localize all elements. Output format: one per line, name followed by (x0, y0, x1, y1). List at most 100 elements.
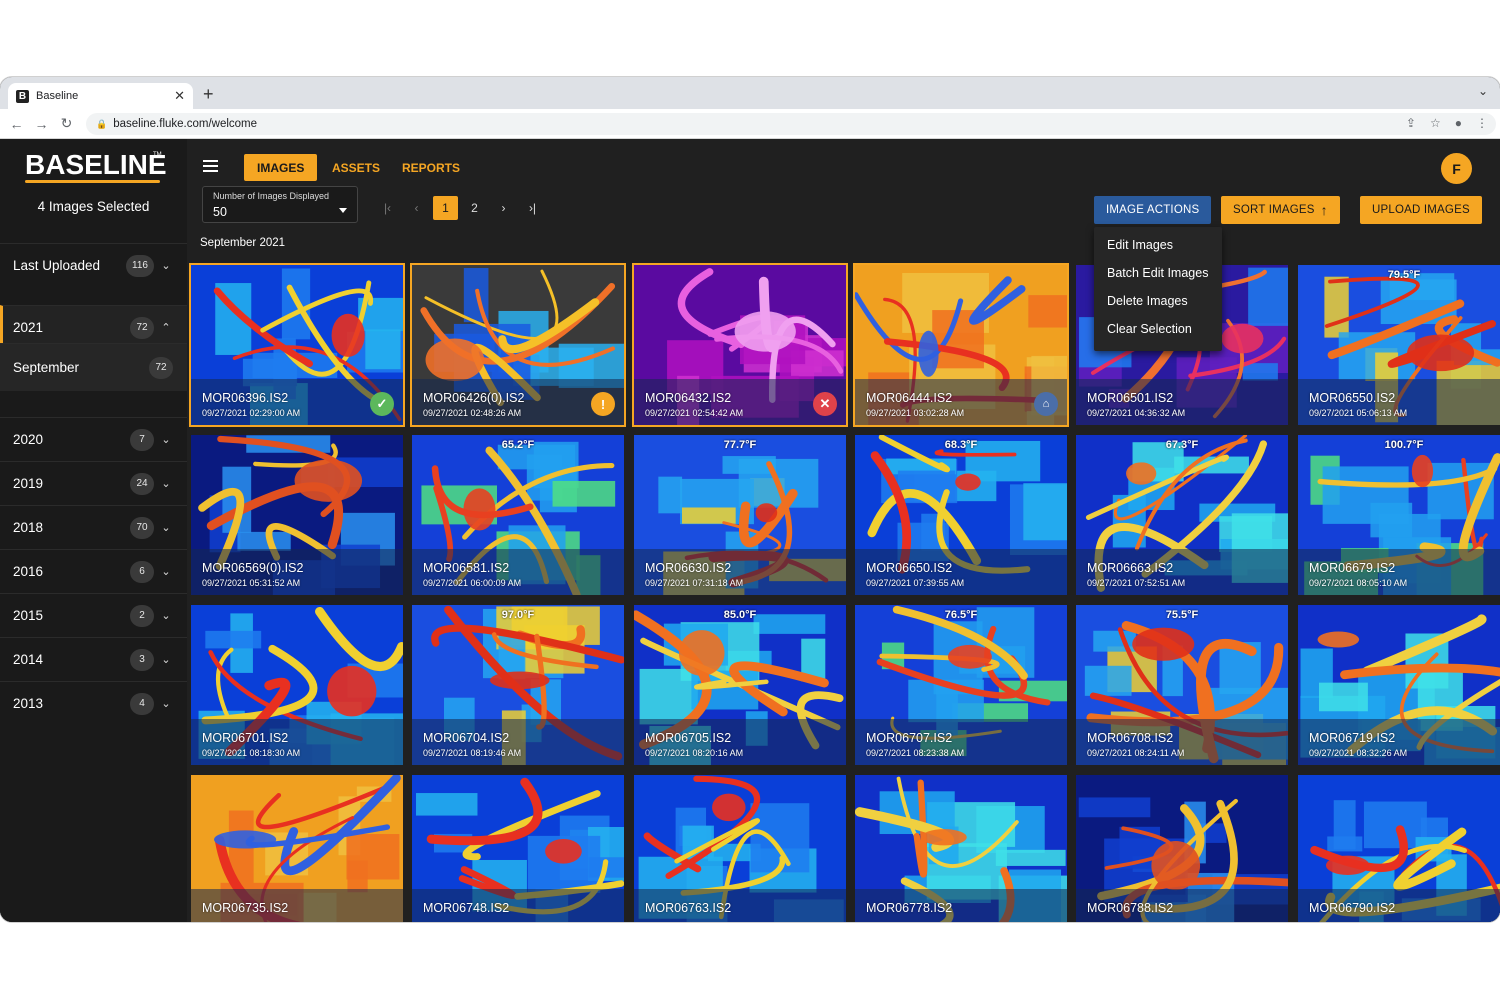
sidebar-item-2015[interactable]: 2015 2 ⌄ (0, 593, 187, 637)
baseline-logo[interactable]: BASELINE (25, 149, 167, 181)
sidebar-item-2016[interactable]: 2016 6 ⌄ (0, 549, 187, 593)
count-badge: 72 (149, 356, 173, 379)
upload-status-icon[interactable]: ⌂ (1034, 392, 1058, 416)
chevron-down-icon[interactable]: ⌄ (161, 609, 171, 622)
profile-icon[interactable]: ● (1455, 116, 1462, 130)
image-card[interactable]: 77.7°F MOR06630.IS2 09/27/2021 07:31:18 AM (632, 433, 848, 597)
image-timestamp: 09/27/2021 08:19:46 AM (423, 748, 522, 758)
tab-bar: B Baseline ✕ + ⌄ (0, 77, 1500, 109)
sidebar-item-2020[interactable]: 2020 7 ⌄ (0, 417, 187, 461)
image-card[interactable]: MOR06735.IS2 (189, 773, 405, 922)
new-tab-icon[interactable]: + (203, 84, 214, 105)
image-filename: MOR06735.IS2 (202, 901, 289, 915)
image-card[interactable]: MOR06778.IS2 (853, 773, 1069, 922)
sort-images-label: SORT IMAGES (1233, 204, 1315, 216)
trademark-mark: TM (153, 152, 162, 158)
chevron-down-icon[interactable]: ⌄ (161, 433, 171, 446)
forward-icon[interactable]: → (29, 116, 54, 132)
last-page-icon[interactable]: ›| (518, 196, 547, 220)
sort-ascending-icon: ↑ (1320, 202, 1328, 218)
next-page-icon[interactable]: › (489, 196, 518, 220)
chevron-up-icon[interactable]: ⌃ (161, 321, 171, 334)
image-card[interactable]: MOR06748.IS2 (410, 773, 626, 922)
chevron-down-icon[interactable]: ⌄ (161, 259, 171, 272)
image-card[interactable]: MOR06790.IS2 (1296, 773, 1500, 922)
image-card[interactable]: 65.2°F MOR06581.IS2 09/27/2021 06:00:09 AM (410, 433, 626, 597)
user-avatar[interactable]: F (1441, 153, 1472, 184)
sidebar-item-2013[interactable]: 2013 4 ⌄ (0, 681, 187, 725)
sidebar-item-2019[interactable]: 2019 24 ⌄ (0, 461, 187, 505)
image-card[interactable]: 67.3°F MOR06663.IS2 09/27/2021 07:52:51 AM (1074, 433, 1290, 597)
tab-reports[interactable]: REPORTS (389, 154, 473, 181)
prev-page-icon[interactable]: ‹ (402, 196, 431, 220)
image-card[interactable]: MOR06396.IS2 09/27/2021 02:29:00 AM ✓ (189, 263, 405, 427)
sidebar-item-2014[interactable]: 2014 3 ⌄ (0, 637, 187, 681)
upload-images-button[interactable]: UPLOAD IMAGES (1360, 196, 1482, 224)
image-card[interactable]: MOR06569(0).IS2 09/27/2021 05:31:52 AM (189, 433, 405, 597)
baseline-app: BASELINE TM 4 Images Selected Last Uploa… (0, 139, 1500, 922)
more-menu-icon[interactable]: ⋮ (1476, 116, 1488, 130)
image-card[interactable]: 100.7°F MOR06679.IS2 09/27/2021 08:05:10 A… (1296, 433, 1500, 597)
reload-icon[interactable]: ↻ (54, 115, 79, 132)
image-filename: MOR06788.IS2 (1087, 901, 1174, 915)
image-filename: MOR06650.IS2 (866, 561, 953, 575)
chevron-down-icon[interactable]: ⌄ (161, 477, 171, 490)
image-card[interactable]: 76.5°F MOR06707.IS2 09/27/2021 08:23:38 AM (853, 603, 1069, 767)
hamburger-menu-icon[interactable] (203, 160, 218, 172)
page-2-button[interactable]: 2 (460, 196, 489, 220)
image-card[interactable]: 68.3°F MOR06650.IS2 09/27/2021 07:39:55 AM (853, 433, 1069, 597)
image-card[interactable]: 79.5°F MOR06550.IS2 09/27/2021 05:06:13 AM (1296, 263, 1500, 427)
tab-images[interactable]: IMAGES (244, 154, 318, 181)
image-card[interactable]: MOR06719.IS2 09/27/2021 08:32:26 AM (1296, 603, 1500, 767)
sidebar-item-september[interactable]: September 72 (0, 343, 187, 391)
browser-window: B Baseline ✕ + ⌄ ← → ↻ 🔒 baseline.fluke.… (0, 77, 1500, 922)
menu-batch-edit-images[interactable]: Batch Edit Images (1094, 259, 1222, 287)
image-timestamp: 09/27/2021 07:52:51 AM (1087, 578, 1186, 588)
first-page-icon[interactable]: |‹ (373, 196, 402, 220)
tab-search-icon[interactable]: ⌄ (1478, 84, 1488, 98)
menu-clear-selection[interactable]: Clear Selection (1094, 315, 1222, 343)
sidebar-item-2018[interactable]: 2018 70 ⌄ (0, 505, 187, 549)
chevron-down-icon[interactable]: ⌄ (161, 565, 171, 578)
back-icon[interactable]: ← (4, 116, 29, 132)
menu-edit-images[interactable]: Edit Images (1094, 231, 1222, 259)
image-card[interactable]: 97.0°F MOR06704.IS2 09/27/2021 08:19:46 AM (410, 603, 626, 767)
image-card[interactable]: MOR06426(0).IS2 09/27/2021 02:48:26 AM! (410, 263, 626, 427)
share-icon[interactable]: ⇪ (1406, 116, 1416, 130)
image-card[interactable]: MOR06701.IS2 09/27/2021 08:18:30 AM (189, 603, 405, 767)
image-card[interactable]: MOR06788.IS2 (1074, 773, 1290, 922)
tab-assets[interactable]: ASSETS (319, 154, 393, 181)
image-card[interactable]: 85.0°F MOR06705.IS2 09/27/2021 08:20:16 AM (632, 603, 848, 767)
images-selected-count: 4 Images Selected (37, 199, 150, 214)
bookmark-star-icon[interactable]: ☆ (1430, 116, 1441, 130)
count-badge: 7 (130, 428, 154, 451)
images-per-page-select[interactable]: Number of Images Displayed 50 (202, 186, 358, 223)
sidebar-item-label: Last Uploaded (13, 258, 101, 273)
page-1-button[interactable]: 1 (433, 196, 458, 220)
browser-tab[interactable]: B Baseline ✕ (8, 83, 193, 109)
count-badge: 70 (130, 516, 154, 539)
image-filename: MOR06501.IS2 (1087, 391, 1174, 405)
close-tab-icon[interactable]: ✕ (174, 88, 185, 104)
image-filename: MOR06432.IS2 (645, 391, 732, 405)
image-card[interactable]: MOR06432.IS2 09/27/2021 02:54:42 AM ✕ (632, 263, 848, 427)
sidebar-item-last-uploaded[interactable]: Last Uploaded 116 ⌄ (0, 243, 187, 287)
image-card[interactable]: MOR06444.IS2 09/27/2021 03:02:28 AM ⌂ (853, 263, 1069, 427)
check-status-icon[interactable]: ✓ (370, 392, 394, 416)
image-card[interactable]: 75.5°F MOR06708.IS2 09/27/2021 08:24:11 AM (1074, 603, 1290, 767)
image-actions-button[interactable]: IMAGE ACTIONS (1094, 196, 1212, 224)
menu-delete-images[interactable]: Delete Images (1094, 287, 1222, 315)
url-field[interactable]: 🔒 baseline.fluke.com/welcome (86, 113, 1496, 135)
chevron-down-icon[interactable]: ⌄ (161, 653, 171, 666)
image-timestamp: 09/27/2021 08:18:30 AM (202, 748, 301, 758)
error-status-icon[interactable]: ✕ (813, 392, 837, 416)
image-card[interactable]: MOR06763.IS2 (632, 773, 848, 922)
tab-title: Baseline (36, 90, 79, 102)
image-filename: MOR06790.IS2 (1309, 901, 1396, 915)
chevron-down-icon[interactable]: ⌄ (161, 697, 171, 710)
warning-status-icon[interactable]: ! (591, 392, 615, 416)
max-temperature-label: 100.7°F (1384, 439, 1424, 451)
sidebar-item-label: 2018 (13, 520, 44, 535)
chevron-down-icon[interactable]: ⌄ (161, 521, 171, 534)
sort-images-button[interactable]: SORT IMAGES ↑ (1221, 196, 1340, 224)
